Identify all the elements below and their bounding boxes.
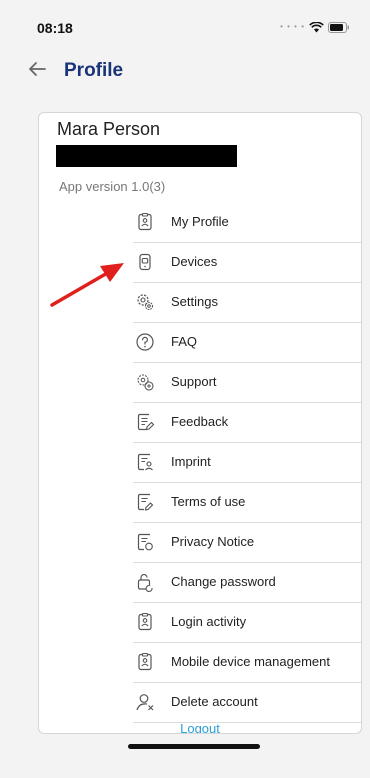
- status-icons: • • • •: [280, 22, 350, 33]
- id-badge-icon: [138, 212, 152, 231]
- back-arrow-icon[interactable]: [26, 58, 48, 80]
- menu-item-label: FAQ: [171, 334, 198, 349]
- menu-item-feedback[interactable]: Feedback: [133, 403, 361, 443]
- id-badge-icon: [138, 652, 152, 671]
- delete-user-icon: [136, 694, 154, 711]
- menu-item-settings[interactable]: Settings: [133, 283, 361, 323]
- menu-item-label: My Profile: [171, 214, 229, 229]
- menu-item-label: Privacy Notice: [171, 534, 255, 549]
- user-name: Mara Person: [57, 119, 161, 139]
- status-time: 08:18: [37, 20, 73, 36]
- app-header: Profile: [0, 52, 370, 92]
- question-icon: [136, 333, 154, 351]
- profile-card: Mara Person App version 1.0(3) My Profil…: [38, 112, 362, 734]
- menu-item-faq[interactable]: FAQ: [133, 323, 361, 363]
- feedback-icon: [137, 413, 155, 431]
- terms-icon: [137, 493, 154, 511]
- menu-item-devices[interactable]: Devices: [133, 243, 361, 283]
- imprint-icon: [137, 453, 153, 471]
- logout-button[interactable]: Logout: [39, 721, 361, 733]
- menu-item-change-password[interactable]: Change password: [133, 563, 361, 603]
- settings-icon: [137, 294, 154, 311]
- menu-item-label: Terms of use: [171, 494, 246, 509]
- menu-item-privacy-notice[interactable]: Privacy Notice: [133, 523, 361, 563]
- menu-item-login-activity[interactable]: Login activity: [133, 603, 361, 643]
- support-icon: [137, 374, 154, 391]
- app-version: App version 1.0(3): [59, 179, 166, 194]
- status-bar: 08:18 • • • •: [0, 0, 370, 50]
- privacy-icon: [137, 533, 153, 551]
- battery-icon: [328, 22, 349, 33]
- signal-dots-icon: • • • •: [280, 22, 305, 31]
- menu-item-label: Mobile device management: [171, 654, 330, 669]
- page-title: Profile: [64, 60, 124, 81]
- wifi-icon: [309, 22, 324, 33]
- menu-item-label: Settings: [171, 294, 218, 309]
- redacted-email-bar: [56, 145, 237, 167]
- menu-item-label: Imprint: [171, 454, 211, 469]
- menu-item-label: Feedback: [171, 414, 229, 429]
- menu-item-my-profile[interactable]: My Profile: [133, 203, 361, 243]
- home-indicator: [128, 744, 260, 749]
- menu-item-label: Delete account: [171, 694, 258, 709]
- menu-item-label: Change password: [171, 574, 276, 589]
- profile-menu: My Profile Devices Settings FAQ Support Feedb…: [133, 203, 361, 723]
- menu-item-label: Support: [171, 374, 217, 389]
- menu-item-support[interactable]: Support: [133, 363, 361, 403]
- menu-item-label: Devices: [171, 254, 218, 269]
- menu-item-imprint[interactable]: Imprint: [133, 443, 361, 483]
- device-icon: [139, 253, 151, 271]
- menu-item-terms-of-use[interactable]: Terms of use: [133, 483, 361, 523]
- id-badge-icon: [138, 612, 152, 631]
- menu-item-delete-account[interactable]: Delete account: [133, 683, 361, 723]
- password-icon: [137, 573, 153, 592]
- menu-item-label: Login activity: [171, 614, 247, 629]
- menu-item-mobile-device-management[interactable]: Mobile device management: [133, 643, 361, 683]
